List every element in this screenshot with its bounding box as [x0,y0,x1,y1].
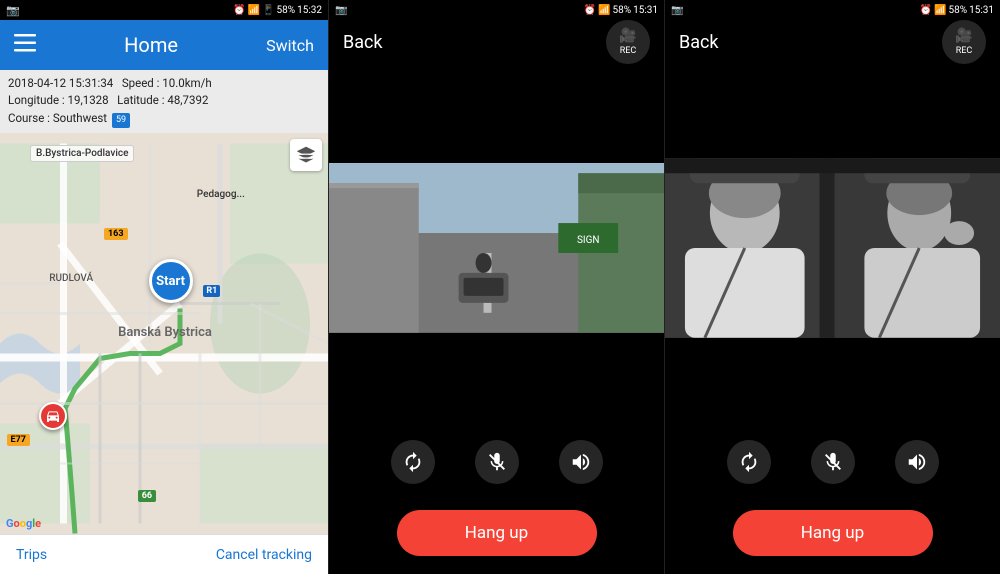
time-p3: 15:31 [969,5,994,16]
status-bar-panel2: 📷 ⏰ 📶 58% 15:31 [329,0,664,20]
time-text: 15:32 [297,5,322,16]
status-icons-p2: ⏰ 📶 58% 15:31 [584,5,658,16]
speed-value: 10.0km/h [162,76,211,90]
latitude-label: Latitude : [117,93,164,107]
video-controls-p2 [329,432,664,492]
google-logo: Google [6,517,41,530]
latitude-value: 48,7392 [167,93,208,107]
city-label: Banská Bystrica [118,325,212,340]
svg-text:SIGN: SIGN [577,235,600,246]
rec-icon-p3: 🎥 [955,28,972,44]
hangup-button-p2[interactable]: Hang up [397,510,597,556]
hangup-container-p2: Hang up [329,492,664,574]
place-label-2: Pedagog... [197,189,245,200]
status-bar-right: ⏰ 📶 📱 58% 15:32 [233,5,322,16]
top-app-bar: Home Switch [0,20,328,70]
back-label-p3[interactable]: Back [679,32,719,53]
road-badge-r1: R1 [203,285,220,297]
camera-icon: 📷 [6,4,20,17]
hangup-container-p3: Hang up [665,492,1000,574]
mute-button-p3[interactable] [811,440,855,484]
rec-button-p3[interactable]: 🎥 REC [942,20,986,64]
speaker-button-p2[interactable] [559,440,603,484]
course-label: Course : [8,111,50,125]
black-bottom-p3 [665,338,1000,432]
alarm-icon-p2: ⏰ [584,5,596,16]
camera-icon-p3: 📷 [671,5,683,16]
layers-button[interactable] [290,139,322,171]
battery-text: 58% [277,5,296,16]
road-badge-163: 163 [104,228,128,240]
status-bar-panel3: 📷 ⏰ 📶 58% 15:31 [665,0,1000,20]
map-panel: 📷 ⏰ 📶 📱 58% 15:32 Home Switch 2018-04-12… [0,0,328,574]
bottom-bar: Trips Cancel tracking [0,534,328,574]
wifi-icon-p2: 📶 [598,5,610,16]
start-marker: Start [149,259,193,303]
course-value: Southwest [53,111,107,125]
black-top-p2 [329,64,664,163]
black-top-p3 [665,64,1000,158]
video-top-bar-p2: Back 🎥 REC [329,20,664,64]
rotate-button-p2[interactable] [391,440,435,484]
rec-text-p2: REC [620,46,637,56]
longitude-label: Longitude : [8,93,65,107]
battery-p3: 58% [949,5,968,16]
menu-icon[interactable] [14,33,36,57]
status-bar-left: 📷 [6,4,20,17]
cancel-tracking-link[interactable]: Cancel tracking [216,547,312,563]
status-bar-map: 📷 ⏰ 📶 📱 58% 15:32 [0,0,328,20]
map-area[interactable]: B.Bystrica-Podlavice 163 R1 E77 66 Bansk… [0,133,328,534]
info-line1: 2018-04-12 15:31:34 Speed : 10.0km/h [8,75,320,92]
wifi-icon-p3: 📶 [934,5,946,16]
speed-badge: 59 [112,113,130,129]
car-marker [39,402,67,430]
front-camera-panel: 📷 ⏰ 📶 58% 15:31 Back 🎥 REC [328,0,664,574]
alarm-icon-p3: ⏰ [920,5,932,16]
switch-button[interactable]: Switch [266,36,314,55]
front-camera-feed: SIGN [329,163,664,333]
home-title: Home [124,33,178,57]
road-badge-66: 66 [138,490,156,502]
interior-camera-panel: 📷 ⏰ 📶 58% 15:31 Back 🎥 REC [664,0,1000,574]
alarm-icon: ⏰ [233,5,245,16]
map-controls [290,139,322,171]
speed-label: Speed : [122,76,160,90]
info-bar: 2018-04-12 15:31:34 Speed : 10.0km/h Lon… [0,70,328,133]
signal-icon: 📱 [262,5,274,16]
status-icons-p3: ⏰ 📶 58% 15:31 [920,5,994,16]
rec-icon-p2: 🎥 [619,28,636,44]
info-line3: Course : Southwest 59 [8,110,320,129]
hangup-button-p3[interactable]: Hang up [733,510,933,556]
battery-p2: 58% [613,5,632,16]
district-label: RUDLOVÁ [49,273,93,284]
trips-link[interactable]: Trips [16,547,47,563]
wifi-icon: 📶 [248,5,260,16]
time-p2: 15:31 [633,5,658,16]
interior-camera-feed [665,158,1000,338]
rec-text-p3: REC [956,46,973,56]
back-label-p2[interactable]: Back [343,32,383,53]
road-badge-e77: E77 [7,434,30,446]
speaker-button-p3[interactable] [895,440,939,484]
rec-button-p2[interactable]: 🎥 REC [606,20,650,64]
video-top-bar-p3: Back 🎥 REC [665,20,1000,64]
longitude-value: 19,1328 [68,93,109,107]
black-bottom-p2 [329,333,664,432]
place-label-1: B.Bystrica-Podlavice [30,145,134,162]
info-line2: Longitude : 19,1328 Latitude : 48,7392 [8,92,320,109]
camera-icon-p2: 📷 [335,5,347,16]
rotate-button-p3[interactable] [727,440,771,484]
video-controls-p3 [665,432,1000,492]
datetime-text: 2018-04-12 15:31:34 [8,76,113,90]
mute-button-p2[interactable] [475,440,519,484]
